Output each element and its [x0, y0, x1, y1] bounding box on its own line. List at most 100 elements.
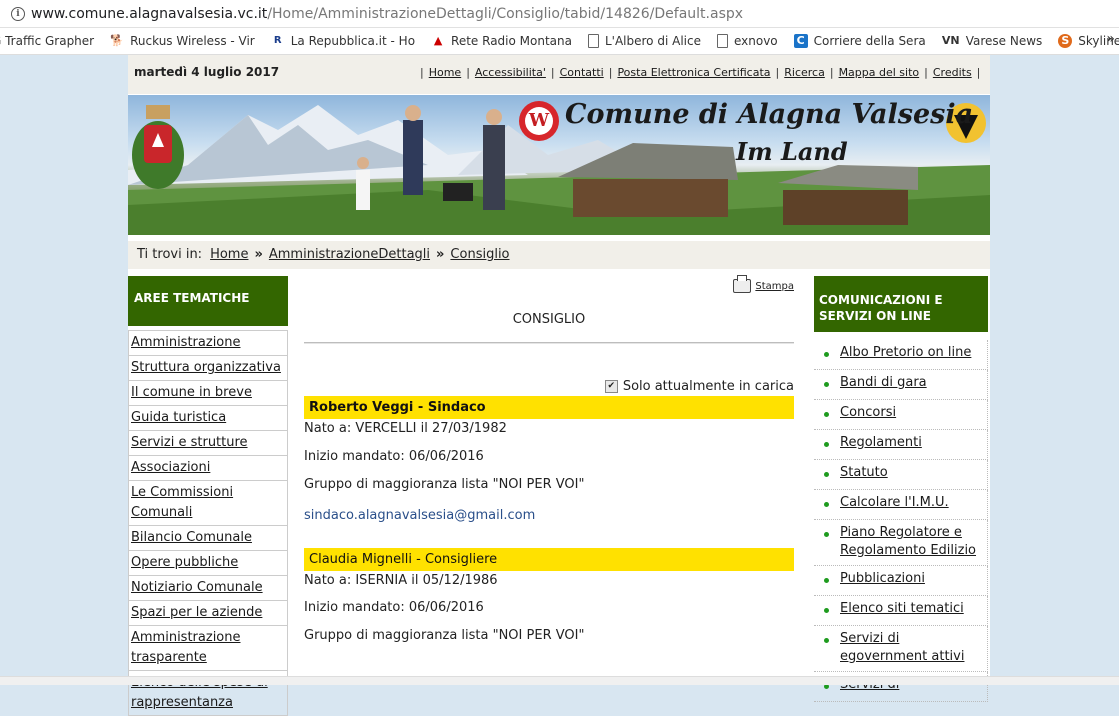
- bullet-icon: [824, 382, 829, 387]
- link-piano-regolatore[interactable]: Piano Regolatore e Regolamento Edilizio: [840, 524, 987, 560]
- sidebar-item-bilancio[interactable]: Bilancio Comunale: [128, 526, 288, 551]
- breadcrumb: Ti trovi in: Home » AmministrazioneDettagli…: [128, 241, 990, 269]
- bookmark-traffic-grapher[interactable]: G Traffic Grapher: [0, 34, 94, 48]
- skyline-icon: S: [1058, 34, 1073, 48]
- link-regolamenti[interactable]: Regolamenti: [840, 434, 922, 454]
- breadcrumb-consiglio[interactable]: Consiglio: [450, 247, 509, 262]
- member-card: Roberto Veggi - Sindaco Nato a: VERCELLI…: [304, 396, 794, 523]
- sidebar-item-trasparente[interactable]: Amministrazione trasparente: [128, 626, 288, 671]
- banner-subtitle: Im Land: [736, 137, 848, 166]
- right-sidebar: COMUNICAZIONI E SERVIZI ON LINE Albo Pre…: [814, 276, 988, 702]
- member-email[interactable]: sindaco.alagnavalsesia@gmail.com: [304, 508, 794, 523]
- link-statuto[interactable]: Statuto: [840, 464, 888, 484]
- link-pubblicazioni[interactable]: Pubblicazioni: [840, 570, 925, 590]
- list-item[interactable]: Servizi di egovernment attivi: [814, 626, 988, 672]
- member-card: Claudia Mignelli - Consigliere Nato a: I…: [304, 548, 794, 643]
- toplink-ricerca[interactable]: Ricerca: [784, 66, 825, 79]
- link-bandi[interactable]: Bandi di gara: [840, 374, 927, 394]
- breadcrumb-amministrazione[interactable]: AmministrazioneDettagli: [269, 247, 430, 262]
- sidebar-item-struttura[interactable]: Struttura organizzativa: [128, 356, 288, 381]
- current-date: martedì 4 luglio 2017: [134, 65, 280, 79]
- sidebar-item-commissioni[interactable]: Le Commissioni Comunali: [128, 481, 288, 526]
- list-item[interactable]: Albo Pretorio on line: [814, 340, 988, 370]
- breadcrumb-separator: »: [254, 247, 263, 262]
- breadcrumb-separator: »: [436, 247, 445, 262]
- list-item[interactable]: Calcolare l'I.M.U.: [814, 490, 988, 520]
- sidebar-item-associazioni[interactable]: Associazioni: [128, 456, 288, 481]
- bookmarks-more-icon[interactable]: »: [1106, 31, 1115, 47]
- filter-label: Solo attualmente in carica: [622, 379, 794, 394]
- toplink-pec[interactable]: Posta Elettronica Certificata: [617, 66, 770, 79]
- bookmark-label: Rete Radio Montana: [451, 34, 572, 48]
- url-text[interactable]: www.comune.alagnavalsesia.vc.it/Home/Amm…: [31, 6, 743, 22]
- link-concorsi[interactable]: Concorsi: [840, 404, 896, 424]
- list-item[interactable]: Regolamenti: [814, 430, 988, 460]
- page-container: martedì 4 luglio 2017 | Home | Accessibilit…: [128, 55, 990, 716]
- url-host: www.comune.alagnavalsesia.vc.it: [31, 5, 268, 22]
- bookmark-exnovo[interactable]: exnovo: [716, 34, 778, 48]
- list-item[interactable]: Concorsi: [814, 400, 988, 430]
- page-icon: [716, 34, 728, 48]
- page-icon: [587, 34, 599, 48]
- sidebar-item-guida[interactable]: Guida turistica: [128, 406, 288, 431]
- list-item[interactable]: Statuto: [814, 460, 988, 490]
- corriere-icon: C: [793, 34, 808, 48]
- list-item[interactable]: Bandi di gara: [814, 370, 988, 400]
- bookmarks-bar: G Traffic Grapher 🐕 Ruckus Wireless - Vi…: [0, 28, 1119, 55]
- bookmark-radio-montana[interactable]: ▲ Rete Radio Montana: [431, 34, 572, 48]
- link-egovernment[interactable]: Servizi di egovernment attivi: [840, 630, 987, 666]
- header-banner: W Comune di Alagna Valsesia Im Land: [128, 95, 990, 235]
- breadcrumb-label: Ti trovi in:: [137, 247, 203, 262]
- bookmark-label: Varese News: [965, 34, 1043, 48]
- member-born: Nato a: VERCELLI il 27/03/1982: [304, 421, 507, 436]
- toplink-credits[interactable]: Credits: [933, 66, 972, 79]
- sidebar-item-comune-breve[interactable]: Il comune in breve: [128, 381, 288, 406]
- bullet-icon: [824, 352, 829, 357]
- breadcrumb-home[interactable]: Home: [210, 247, 248, 262]
- printer-icon: [733, 275, 752, 293]
- left-sidebar: AREE TEMATICHE Amministrazione Struttura…: [128, 276, 288, 716]
- info-icon[interactable]: i: [11, 6, 25, 21]
- print-label[interactable]: Stampa: [755, 281, 794, 292]
- sidebar-item-servizi[interactable]: Servizi e strutture: [128, 431, 288, 456]
- list-item[interactable]: Pubblicazioni: [814, 566, 988, 596]
- sidebar-item-notiziario[interactable]: Notiziario Comunale: [128, 576, 288, 601]
- link-imu[interactable]: Calcolare l'I.M.U.: [840, 494, 949, 514]
- top-links: | Home | Accessibilita' | Contatti | Posta Elet…: [420, 66, 981, 79]
- address-bar[interactable]: i www.comune.alagnavalsesia.vc.it/Home/A…: [0, 0, 1119, 28]
- toplink-mappa[interactable]: Mappa del sito: [839, 66, 920, 79]
- filter-row: ✔ Solo attualmente in carica: [604, 379, 794, 394]
- link-albo-pretorio[interactable]: Albo Pretorio on line: [840, 344, 971, 364]
- bookmark-repubblica[interactable]: R La Repubblica.it - Ho: [271, 34, 415, 48]
- radio-icon: ▲: [433, 34, 443, 47]
- list-item[interactable]: Elenco siti tematici: [814, 596, 988, 626]
- sidebar-item-spazi[interactable]: Spazi per le aziende: [128, 601, 288, 626]
- list-item[interactable]: Piano Regolatore e Regolamento Edilizio: [814, 520, 988, 566]
- bullet-icon: [824, 638, 829, 643]
- print-link[interactable]: Stampa: [733, 275, 794, 293]
- toplink-accessibilita[interactable]: Accessibilita': [475, 66, 546, 79]
- divider: [304, 342, 794, 344]
- bullet-icon: [824, 578, 829, 583]
- bookmark-corriere[interactable]: C Corriere della Sera: [793, 34, 926, 48]
- aree-tematiche-header: AREE TEMATICHE: [128, 276, 288, 326]
- member-name: Claudia Mignelli - Consigliere: [304, 548, 794, 571]
- toplink-home[interactable]: Home: [429, 66, 461, 79]
- bookmark-label: Ruckus Wireless - Vir: [130, 34, 255, 48]
- filter-checkbox[interactable]: ✔: [604, 380, 618, 393]
- aree-tematiche-list: Amministrazione Struttura organizzativa …: [128, 330, 288, 716]
- bookmark-label: G Traffic Grapher: [0, 34, 95, 48]
- sidebar-item-opere[interactable]: Opere pubbliche: [128, 551, 288, 576]
- repubblica-icon: R: [273, 35, 282, 46]
- walser-logo: W: [519, 101, 559, 141]
- top-bar: martedì 4 luglio 2017 | Home | Accessibilit…: [128, 55, 990, 94]
- bookmark-ruckus[interactable]: 🐕 Ruckus Wireless - Vir: [110, 34, 255, 48]
- banner-title: Comune di Alagna Valsesia: [565, 99, 974, 130]
- sidebar-item-amministrazione[interactable]: Amministrazione: [128, 330, 288, 356]
- link-siti-tematici[interactable]: Elenco siti tematici: [840, 600, 964, 620]
- bullet-icon: [824, 502, 829, 507]
- bullet-icon: [824, 472, 829, 477]
- toplink-contatti[interactable]: Contatti: [560, 66, 604, 79]
- bookmark-varese-news[interactable]: VN Varese News: [942, 34, 1043, 48]
- bookmark-albero-alice[interactable]: L'Albero di Alice: [587, 34, 701, 48]
